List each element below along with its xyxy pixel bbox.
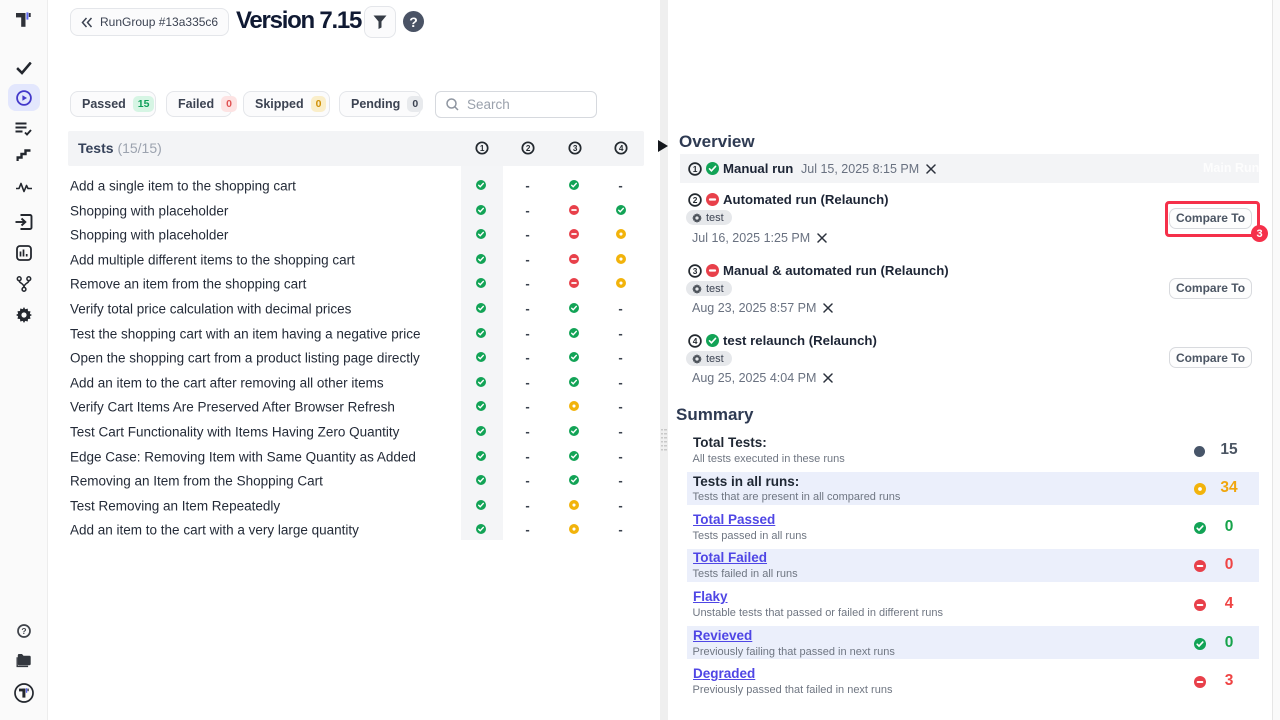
svg-text:1: 1: [480, 144, 485, 153]
svg-text:3: 3: [693, 266, 698, 276]
svg-text:4: 4: [619, 144, 624, 153]
svg-text:4: 4: [693, 336, 698, 346]
svg-text:3: 3: [572, 144, 577, 153]
svg-text:2: 2: [693, 195, 698, 205]
svg-text:1: 1: [693, 164, 698, 174]
svg-text:?: ?: [21, 626, 26, 636]
svg-text:2: 2: [526, 144, 531, 153]
